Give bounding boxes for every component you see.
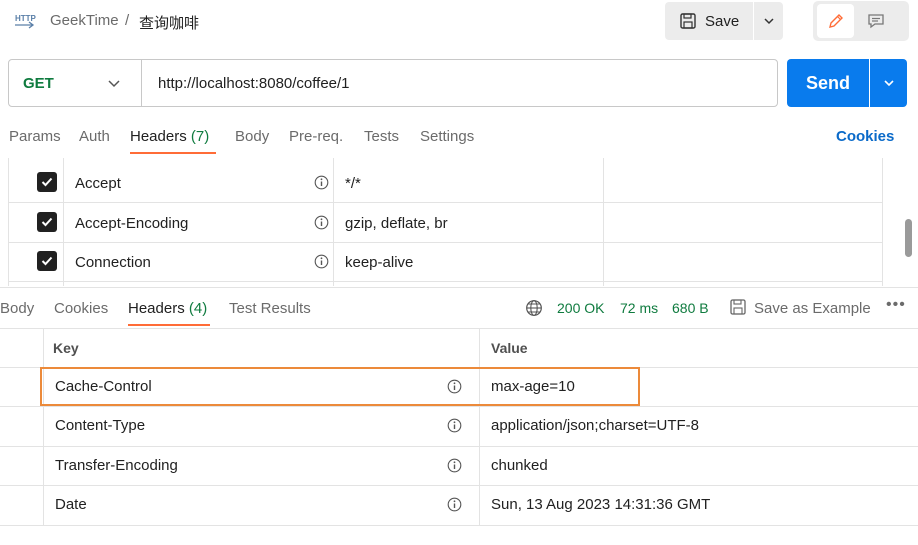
edit-mode-button[interactable] [817,4,854,38]
globe-icon[interactable] [525,299,543,317]
save-as-example-button[interactable]: Save as Example [754,300,871,317]
comments-button[interactable] [857,4,894,38]
save-options-button[interactable] [754,2,783,40]
response-header-key: Content-Type [55,417,146,434]
header-enabled-checkbox[interactable] [37,212,57,232]
save-icon[interactable] [729,298,747,316]
header-key[interactable]: Accept [75,175,121,192]
scrollbar[interactable] [905,219,912,257]
tab-tests[interactable]: Tests [364,128,399,145]
check-icon [41,177,53,187]
response-tab-test-results[interactable]: Test Results [229,300,311,317]
tab-headers-count: (7) [190,128,210,145]
active-tab-indicator [130,152,216,154]
cookies-link[interactable]: Cookies [836,128,894,145]
table-row: Accept-Encoding gzip, deflate, br [8,203,883,243]
save-label: Save [705,12,740,30]
breadcrumb-separator: / [125,12,130,29]
row-divider [0,446,918,447]
http-icon: HTTP [15,14,36,29]
header-value[interactable]: keep-alive [345,254,413,271]
row-divider [0,406,918,407]
tab-pre-request[interactable]: Pre-req. [289,128,343,145]
method-select[interactable]: GET [23,75,54,92]
row-divider [0,525,918,526]
response-tab-cookies[interactable]: Cookies [54,300,108,317]
response-tab-headers[interactable]: Headers (4) [128,300,207,317]
response-headers-table: Key Value Cache-Control max-age=10 Conte… [0,328,918,526]
header-value[interactable]: gzip, deflate, br [345,215,448,232]
response-tab-body[interactable]: Body [0,300,34,317]
active-response-tab-indicator [128,324,210,326]
response-header-value: chunked [491,457,548,474]
highlight-box [40,367,640,406]
chevron-down-icon [883,80,894,87]
breadcrumb-workspace[interactable]: GeekTime [50,12,119,29]
response-tab-headers-label: Headers [128,300,185,317]
url-input[interactable]: http://localhost:8080/coffee/1 [158,75,350,92]
tab-body[interactable]: Body [235,128,269,145]
tab-auth[interactable]: Auth [79,128,110,145]
pencil-icon [828,14,843,28]
chevron-down-icon[interactable] [106,76,122,92]
pane-divider[interactable] [0,287,918,288]
url-divider [141,60,142,106]
info-icon[interactable] [314,215,329,230]
header-key[interactable]: Connection [75,254,151,271]
url-bar [8,59,778,107]
header-value[interactable]: */* [345,175,361,192]
response-time[interactable]: 72 ms [620,300,658,316]
column-divider [43,328,44,526]
response-size[interactable]: 680 B [672,300,709,316]
row-divider [0,485,918,486]
send-button[interactable]: Send [787,59,869,107]
response-header-key: Transfer-Encoding [55,457,178,474]
check-icon [41,256,53,266]
tab-headers-label: Headers [130,128,187,145]
svg-text:HTTP: HTTP [15,14,36,23]
info-icon[interactable] [447,458,462,473]
header-enabled-checkbox[interactable] [37,251,57,271]
send-options-button[interactable] [870,59,907,107]
request-headers-table: Accept */* Accept-Encoding gzip, deflate… [8,158,883,286]
chevron-down-icon [763,18,774,25]
response-header-value: application/json;charset=UTF-8 [491,417,700,434]
response-status[interactable]: 200 OK [557,300,604,316]
request-name[interactable]: 查询咖啡 [139,12,199,33]
check-icon [41,217,53,227]
info-icon[interactable] [447,418,462,433]
more-options-icon[interactable]: ••• [886,296,906,314]
response-header-value: Sun, 13 Aug 2023 14:31:36 GMT [491,496,711,513]
response-tab-headers-count: (4) [188,300,208,317]
header-enabled-checkbox[interactable] [37,172,57,192]
comment-icon [867,14,884,29]
key-column-header: Key [53,340,79,356]
tab-params[interactable]: Params [9,128,61,145]
header-key[interactable]: Accept-Encoding [75,215,188,232]
save-button[interactable]: Save [665,2,753,40]
row-divider [0,328,918,329]
info-icon[interactable] [447,497,462,512]
column-divider [479,328,480,526]
table-row: Connection keep-alive [8,242,883,282]
info-icon[interactable] [314,175,329,190]
info-icon[interactable] [314,254,329,269]
save-icon [680,13,696,29]
response-header-key: Date [55,496,87,513]
tab-headers[interactable]: Headers (7) [130,128,209,145]
value-column-header: Value [491,340,528,356]
tab-settings[interactable]: Settings [420,128,474,145]
table-row: Accept */* [8,163,883,203]
